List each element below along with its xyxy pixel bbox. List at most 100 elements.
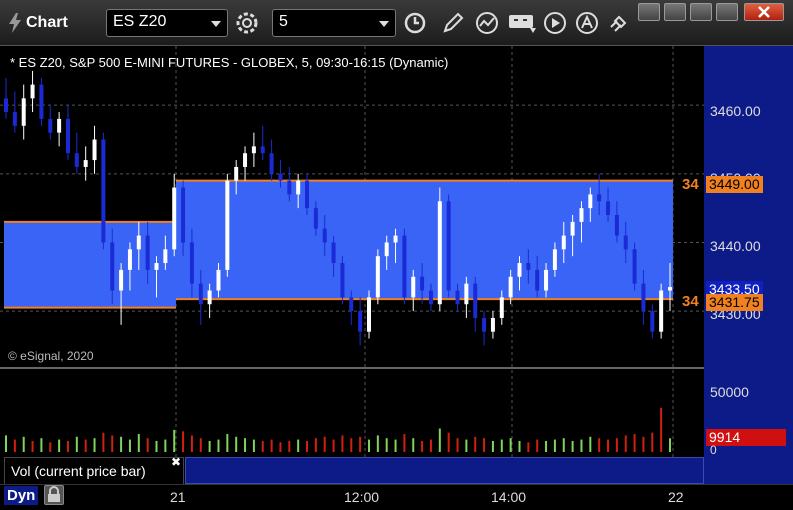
interval-value: 5 xyxy=(279,13,288,30)
candle-body xyxy=(384,242,389,257)
candle-body xyxy=(358,311,363,332)
play-icon xyxy=(544,12,566,34)
close-icon xyxy=(758,6,770,18)
window-restore-button[interactable] xyxy=(664,3,686,21)
candle-body xyxy=(402,235,407,298)
interval-selector[interactable]: 5 xyxy=(272,9,396,37)
candle-body xyxy=(172,187,177,250)
link-button[interactable] xyxy=(606,10,632,36)
candle-body xyxy=(234,166,239,181)
candle-body xyxy=(207,290,212,305)
candle-body xyxy=(455,290,460,305)
candle-body xyxy=(331,242,336,264)
get-icon xyxy=(509,15,536,33)
candle-body xyxy=(535,269,540,291)
window-close-button[interactable] xyxy=(744,3,784,21)
candle-body xyxy=(127,249,132,270)
clock-icon xyxy=(404,12,426,34)
candle-body xyxy=(614,215,619,236)
symbol-settings-button[interactable] xyxy=(234,10,260,36)
play-button[interactable] xyxy=(542,10,568,36)
price-tick: 3440.00 xyxy=(710,238,761,254)
lightning-icon xyxy=(9,13,21,33)
candle-body xyxy=(526,263,531,270)
candle-body xyxy=(30,84,35,99)
candle-body xyxy=(287,180,292,195)
candle-body xyxy=(12,112,17,126)
window-maximize-button[interactable] xyxy=(716,3,738,21)
candle-body xyxy=(145,235,150,270)
volume-panel-label[interactable]: Vol (current price bar) xyxy=(4,457,184,485)
candle-body xyxy=(65,118,70,154)
chart-canvas[interactable] xyxy=(0,46,793,484)
candle-body xyxy=(4,98,8,113)
zone-fill xyxy=(4,221,176,308)
candle-body xyxy=(39,84,44,119)
candle-body xyxy=(269,153,274,174)
get-data-button[interactable] xyxy=(508,10,538,36)
candle-body xyxy=(490,317,495,332)
candle-body xyxy=(437,201,442,305)
interval-settings-button[interactable] xyxy=(402,10,428,36)
studies-button[interactable] xyxy=(474,10,500,36)
candle-body xyxy=(21,98,26,126)
time-tick: 14:00 xyxy=(491,489,527,505)
chevron-down-icon xyxy=(211,21,221,27)
window-minimize-button[interactable] xyxy=(690,3,712,21)
time-tick: 22 xyxy=(668,489,684,505)
time-tick: 21 xyxy=(170,489,186,505)
volume-panel-strip xyxy=(185,457,704,484)
draw-tool-button[interactable] xyxy=(440,10,466,36)
toolbar: Chart ES Z20 5 xyxy=(0,0,793,46)
candle-body xyxy=(623,235,628,250)
candle-body xyxy=(668,287,672,291)
candle-body xyxy=(561,235,566,250)
dynamic-mode-label[interactable]: Dyn xyxy=(4,486,39,505)
link-icon xyxy=(610,15,627,32)
candle-body xyxy=(464,283,469,305)
candle-body xyxy=(508,276,513,298)
chevron-down-icon xyxy=(379,21,389,27)
candle-body xyxy=(48,118,53,133)
candle-body xyxy=(349,297,354,312)
lower-level-short: 34 xyxy=(682,293,699,310)
candle-body xyxy=(296,180,301,195)
candle-body xyxy=(659,290,664,332)
candle-body xyxy=(411,276,416,298)
symbol-value: ES Z20 xyxy=(113,13,167,30)
candle-body xyxy=(420,276,425,291)
lock-icon[interactable] xyxy=(44,485,64,505)
candle-body xyxy=(278,173,283,181)
pencil-icon xyxy=(443,12,464,33)
symbol-selector[interactable]: ES Z20 xyxy=(106,9,228,37)
alerts-button[interactable] xyxy=(574,10,600,36)
upper-level-short: 34 xyxy=(682,176,699,193)
candle-body xyxy=(74,153,79,167)
chart-title-label: Chart xyxy=(26,14,68,31)
candle-body xyxy=(588,194,593,209)
candle-body xyxy=(393,235,398,243)
close-icon[interactable]: ✖ xyxy=(171,455,181,469)
candle-body xyxy=(517,263,522,277)
candle-body xyxy=(606,201,611,215)
candle-body xyxy=(428,290,433,305)
candle-body xyxy=(101,139,106,243)
candle-body xyxy=(482,317,487,332)
candle-body xyxy=(57,118,62,133)
time-tick: 12:00 xyxy=(344,489,380,505)
window-menu-button[interactable] xyxy=(638,3,660,21)
candle-body xyxy=(552,249,557,270)
candle-body xyxy=(119,269,124,291)
candle-body xyxy=(632,249,637,284)
gear-icon xyxy=(236,12,258,34)
price-tick: 3460.00 xyxy=(710,103,761,119)
candle-body xyxy=(570,221,575,236)
volume-tick: 0 xyxy=(710,443,717,457)
candle-body xyxy=(544,269,549,291)
candle-body xyxy=(181,187,186,243)
candle-body xyxy=(136,235,141,250)
candle-body xyxy=(251,146,256,154)
candle-body xyxy=(579,208,584,222)
candle-body xyxy=(446,201,451,291)
candle-body xyxy=(189,242,194,284)
